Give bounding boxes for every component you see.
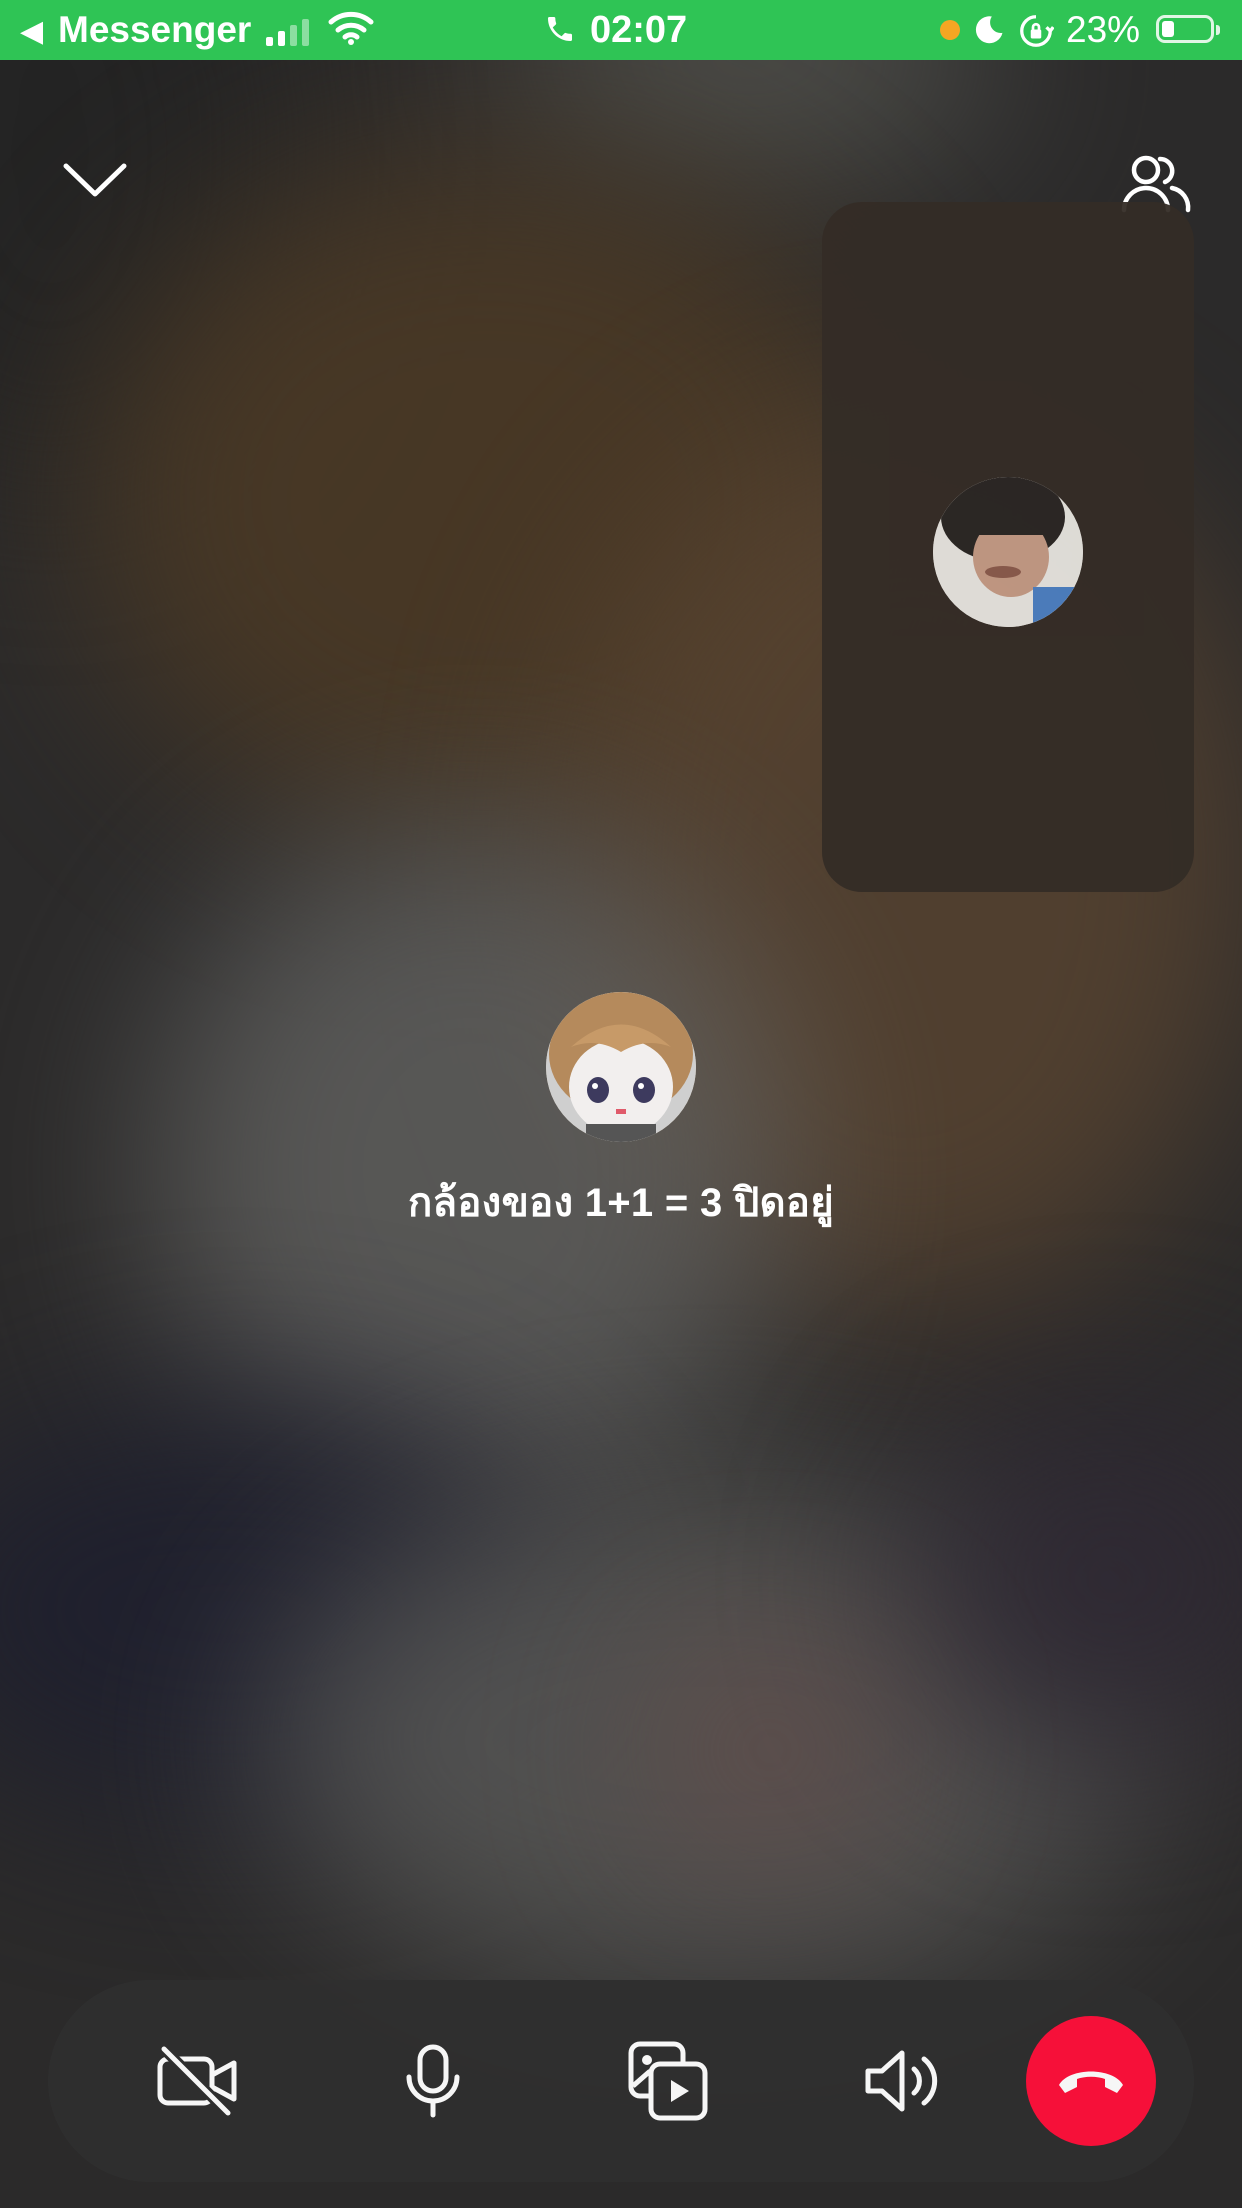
self-avatar [933, 477, 1083, 627]
orientation-lock-icon [1020, 15, 1054, 47]
mic-in-use-indicator [940, 20, 960, 40]
phone-icon [548, 17, 572, 41]
camera-toggle-button[interactable] [108, 1980, 288, 2182]
speaker-icon [865, 2050, 938, 2112]
status-bar: ◀ Messenger 02:07 23% [0, 0, 1242, 60]
media-share-icon [628, 2041, 708, 2121]
speaker-button[interactable] [812, 1980, 992, 2182]
battery-percent: 23% [1066, 9, 1141, 50]
mute-button[interactable] [343, 1980, 523, 2182]
back-arrow-icon[interactable]: ◀ [20, 14, 43, 49]
camera-off-message: กล้องของ 1+1 = 3 ปิดอยู่ [408, 1181, 834, 1225]
microphone-icon [406, 2044, 460, 2118]
end-call-icon [1059, 2071, 1123, 2093]
back-app-label[interactable]: Messenger [58, 9, 251, 51]
chevron-down-icon[interactable] [62, 160, 128, 200]
battery-icon [1156, 15, 1220, 43]
self-view-tile[interactable] [822, 202, 1194, 892]
cellular-signal-icon [266, 19, 309, 46]
status-time: 02:07 [590, 9, 688, 51]
do-not-disturb-moon-icon [975, 16, 1003, 44]
video-off-icon [157, 2045, 237, 2117]
end-call-button[interactable] [1026, 2016, 1156, 2146]
media-share-button[interactable] [578, 1980, 758, 2182]
remote-participant-avatar [546, 992, 696, 1142]
call-controls-bar [48, 1980, 1194, 2182]
wifi-icon [328, 11, 374, 45]
